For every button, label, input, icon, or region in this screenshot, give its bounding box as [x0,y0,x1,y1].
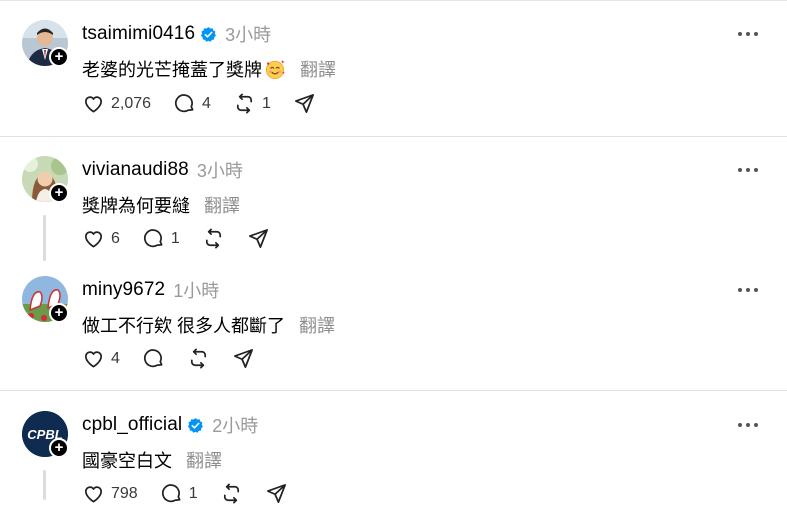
reply-button[interactable]: 1 [142,227,180,250]
timestamp: 3小時 [196,161,243,181]
share-button[interactable] [247,227,270,250]
smiling-face-with-hearts-emoji [265,60,285,79]
more-icon[interactable] [738,288,758,294]
repost-icon [190,348,206,369]
reply-count: 1 [188,484,198,502]
reply-count: 1 [170,229,180,247]
follow-plus-icon[interactable]: + [49,47,69,67]
verified-badge-icon [188,417,204,433]
translate-link[interactable]: 翻譯 [300,56,336,82]
more-icon[interactable] [738,423,758,429]
share-button[interactable] [293,92,316,115]
timestamp: 1小時 [173,281,220,301]
post-header: tsaimimi0416 3小時 [82,22,271,46]
follow-plus-icon[interactable]: + [49,183,69,203]
repost-count: 1 [261,94,271,112]
post-separator [0,136,787,137]
like-count: 6 [111,229,120,247]
verified-badge-icon [201,26,217,42]
translate-link[interactable]: 翻譯 [299,312,335,338]
username[interactable]: vivianaudi88 [82,159,189,181]
repost-icon [223,483,239,504]
thread-line [43,215,46,261]
share-button[interactable] [232,347,255,370]
action-bar: 2,076 4 1 [82,92,338,115]
timestamp: 2小時 [212,416,259,436]
reply-count: 4 [202,94,211,112]
like-button[interactable]: 6 [82,227,120,250]
send-icon [248,229,268,248]
thread-line [43,470,46,500]
like-count: 2,076 [111,94,152,112]
repost-button[interactable] [220,482,243,505]
reply-button[interactable]: 1 [160,482,198,505]
top-border [0,0,787,1]
translate-link[interactable]: 翻譯 [204,192,240,218]
repost-icon [236,93,253,114]
repost-icon [205,228,221,249]
username[interactable]: miny9672 [82,279,165,301]
post-header: miny9672 1小時 [82,278,219,302]
post-content: 獎牌為何要縫 翻譯 [82,192,240,218]
share-button[interactable] [265,482,288,505]
heart-icon [84,486,103,503]
more-icon[interactable] [738,168,758,174]
like-button[interactable]: 798 [82,482,138,505]
post-content: 做工不行欸 很多人都斷了 翻譯 [82,312,335,338]
heart-icon [84,231,103,248]
send-icon [266,484,286,503]
heart-icon [84,96,103,113]
comment-icon [143,349,163,368]
timestamp: 3小時 [225,25,272,45]
send-icon [294,94,314,113]
heart-icon [84,351,103,368]
repost-button[interactable] [187,347,210,370]
like-count: 798 [111,484,138,502]
repost-button[interactable] [202,227,225,250]
follow-plus-icon[interactable]: + [49,303,69,323]
action-bar: 4 [82,347,277,370]
more-icon[interactable] [738,32,758,38]
translate-link[interactable]: 翻譯 [186,447,222,473]
like-button[interactable]: 4 [82,347,120,370]
repost-button[interactable]: 1 [233,92,271,115]
post-text: 做工不行欸 很多人都斷了 [82,316,285,336]
post-header: cpbl_official 2小時 [82,413,258,437]
post-text: 老婆的光芒掩蓋了獎牌 [82,60,262,80]
comment-icon [175,94,194,113]
post-text: 國豪空白文 [82,451,172,471]
like-count: 4 [111,349,120,367]
send-icon [233,349,253,368]
action-bar: 6 1 [82,227,292,250]
comment-icon [143,229,163,248]
username[interactable]: tsaimimi0416 [82,23,195,45]
like-button[interactable]: 2,076 [82,92,151,115]
action-bar: 798 1 [82,482,310,505]
comment-icon [161,484,181,503]
post-content: 老婆的光芒掩蓋了獎牌 翻譯 [82,56,336,82]
reply-button[interactable]: 4 [173,92,211,115]
username[interactable]: cpbl_official [82,414,182,436]
post-separator [0,390,787,391]
reply-button[interactable] [142,347,165,370]
follow-plus-icon[interactable]: + [49,438,69,458]
post-content: 國豪空白文 翻譯 [82,447,222,473]
post-header: vivianaudi88 3小時 [82,158,243,182]
post-text: 獎牌為何要縫 [82,196,190,216]
